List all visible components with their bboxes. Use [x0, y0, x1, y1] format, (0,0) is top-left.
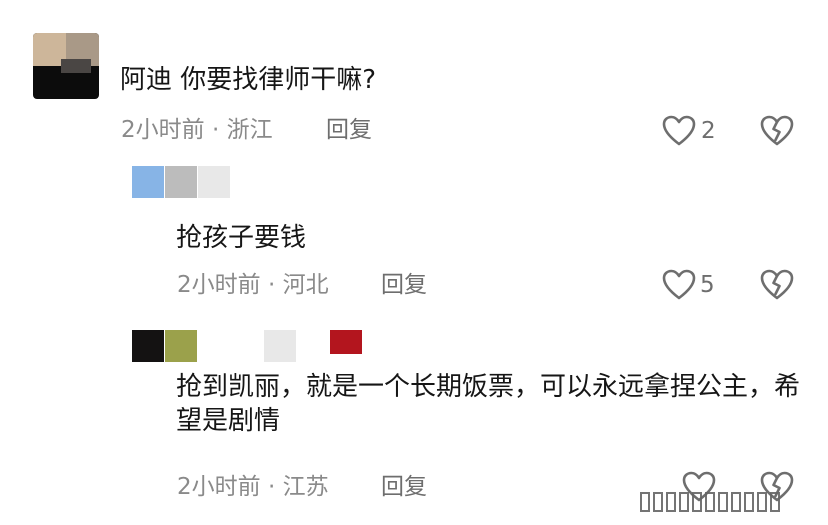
comment-2: 抢孩子要钱 2小时前 · 河北 回复 5: [0, 160, 828, 310]
watermark-glyph: [653, 492, 663, 512]
comment-meta: 2小时前 · 浙江: [121, 115, 273, 145]
like-button[interactable]: [662, 115, 696, 147]
watermark-glyphs: [640, 492, 780, 512]
heart-outline-icon: [662, 269, 696, 300]
heart-outline-icon: [662, 115, 696, 146]
watermark-glyph: [757, 492, 767, 512]
comment-text: 阿迪 你要找律师干嘛?: [120, 65, 377, 95]
comment-1: 阿迪 你要找律师干嘛? 2小时前 · 浙江 回复 2: [0, 0, 828, 160]
dislike-button[interactable]: [760, 269, 794, 301]
comment-text: 抢到凯丽，就是一个长期饭票，可以永远拿捏公主，希望是剧情: [176, 372, 801, 436]
broken-heart-icon: [760, 115, 794, 146]
reply-button[interactable]: 回复: [381, 270, 427, 300]
comment-time: 2小时前: [121, 117, 205, 143]
like-count: 5: [700, 272, 715, 298]
meta-separator: ·: [260, 474, 283, 500]
watermark-glyph: [718, 492, 728, 512]
meta-separator: ·: [260, 272, 283, 298]
meta-separator: ·: [204, 117, 227, 143]
watermark-glyph: [679, 492, 689, 512]
watermark-glyph: [705, 492, 715, 512]
comment-location: 浙江: [226, 117, 273, 143]
redaction-block: [132, 166, 164, 198]
watermark-glyph: [744, 492, 754, 512]
redaction-block: [264, 330, 296, 362]
redaction-block: [330, 330, 362, 354]
broken-heart-icon: [760, 269, 794, 300]
redaction-block: [165, 166, 197, 198]
watermark-glyph: [640, 492, 650, 512]
watermark-glyph: [770, 492, 780, 512]
username-redacted[interactable]: [132, 330, 372, 362]
comment-time: 2小时前: [177, 272, 261, 298]
watermark-glyph: [731, 492, 741, 512]
avatar-tile: [61, 59, 91, 73]
comment-location: 江苏: [282, 474, 329, 500]
watermark-glyph: [692, 492, 702, 512]
redaction-block: [165, 330, 197, 362]
comment-time: 2小时前: [177, 474, 261, 500]
reply-button[interactable]: 回复: [381, 472, 427, 502]
reply-button[interactable]: 回复: [326, 115, 372, 145]
dislike-button[interactable]: [760, 115, 794, 147]
redaction-block: [198, 166, 230, 198]
redaction-block: [132, 330, 164, 362]
watermark-glyph: [666, 492, 676, 512]
like-count: 2: [701, 118, 716, 144]
comment-location: 河北: [282, 272, 329, 298]
like-button[interactable]: [662, 269, 696, 301]
username-redacted[interactable]: [132, 166, 232, 198]
comment-meta: 2小时前 · 河北: [177, 270, 329, 300]
avatar[interactable]: [33, 33, 99, 99]
comment-meta: 2小时前 · 江苏: [177, 472, 329, 502]
watermark: [640, 487, 820, 517]
comment-text: 抢孩子要钱: [176, 223, 307, 253]
